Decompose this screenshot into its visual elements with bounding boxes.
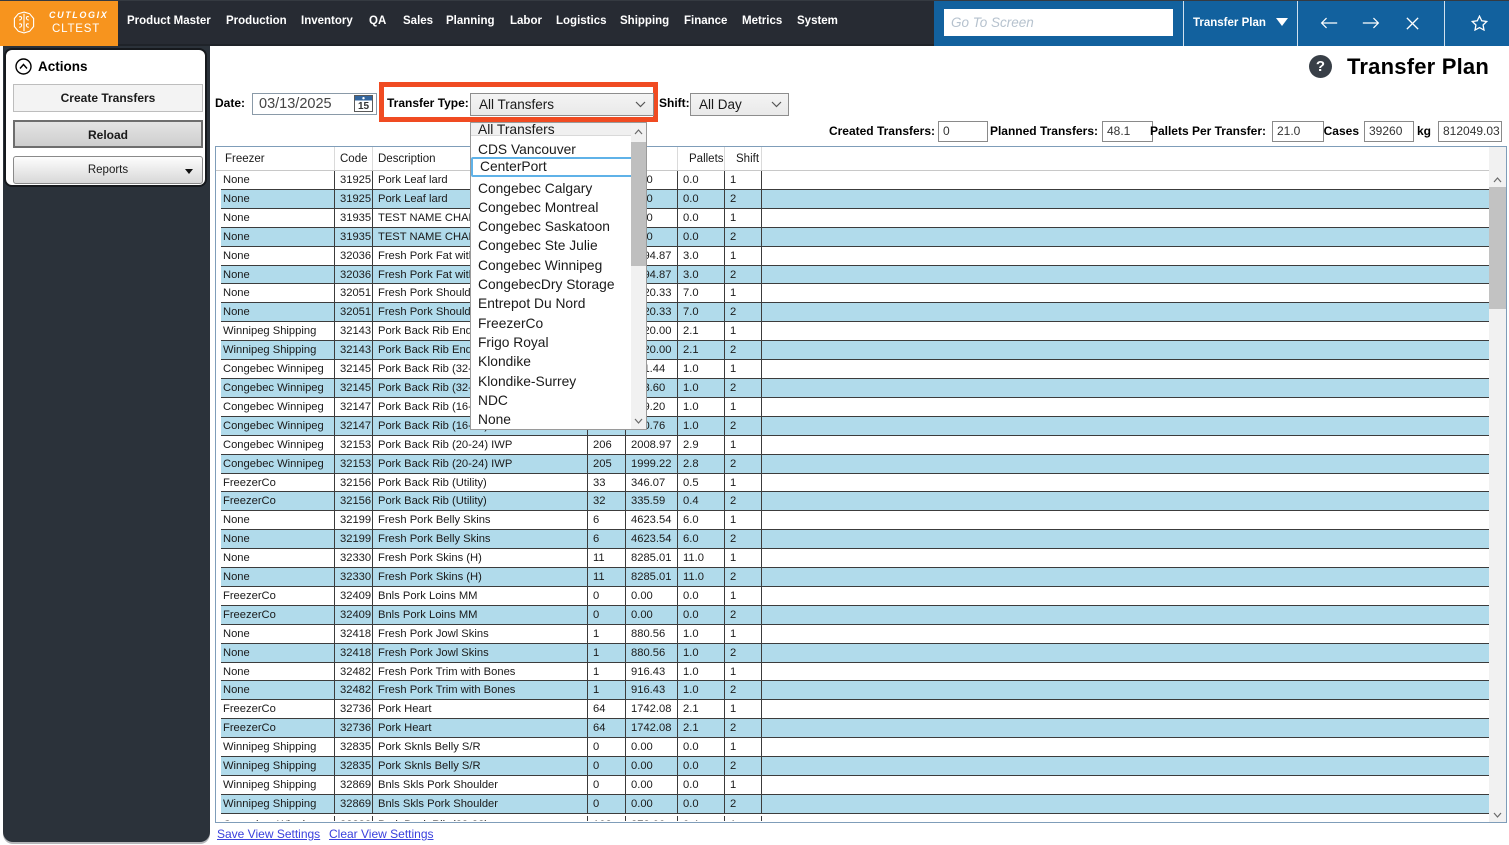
svg-text:15: 15 xyxy=(358,101,370,112)
